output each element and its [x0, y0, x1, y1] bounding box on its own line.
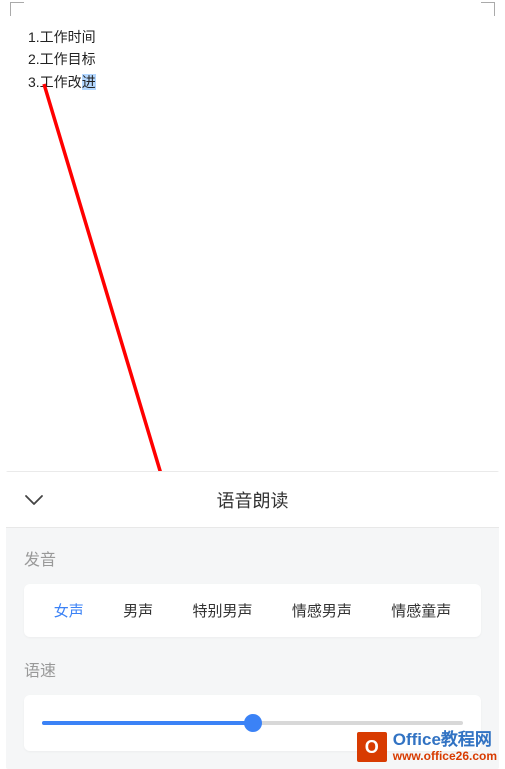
voice-option-emotion-child[interactable]: 情感童声 [391, 600, 451, 621]
crop-mark-top-right [481, 2, 495, 16]
crop-mark-top-left [10, 2, 24, 16]
panel-title: 语音朗读 [6, 487, 499, 513]
doc-line-2: 2.工作目标 [28, 48, 489, 70]
voice-option-female[interactable]: 女声 [54, 600, 84, 621]
voice-option-emotion-male[interactable]: 情感男声 [292, 600, 352, 621]
speed-slider[interactable] [42, 721, 463, 725]
voice-section-label: 发音 [24, 546, 481, 570]
selected-text: 进 [82, 74, 96, 90]
speed-section-label: 语速 [24, 657, 481, 681]
doc-line-3: 3.工作改进 [28, 71, 489, 93]
voice-options-group: 女声 男声 特别男声 情感男声 情感童声 [24, 584, 481, 637]
slider-fill [42, 721, 253, 725]
voice-option-special-male[interactable]: 特别男声 [192, 600, 252, 621]
chevron-down-icon [23, 489, 45, 511]
voice-option-male[interactable]: 男声 [123, 600, 153, 621]
speed-slider-container [24, 695, 481, 751]
panel-body: 发音 女声 男声 特别男声 情感男声 情感童声 语速 [6, 528, 499, 769]
document-text[interactable]: 1.工作时间 2.工作目标 3.工作改进 [16, 16, 489, 93]
voice-reading-panel: 语音朗读 发音 女声 男声 特别男声 情感男声 情感童声 语速 [6, 472, 499, 769]
collapse-button[interactable] [6, 472, 62, 528]
doc-line-1: 1.工作时间 [28, 26, 489, 48]
slider-thumb[interactable] [244, 714, 262, 732]
document-area: 1.工作时间 2.工作目标 3.工作改进 [0, 0, 505, 460]
panel-header: 语音朗读 [6, 472, 499, 528]
